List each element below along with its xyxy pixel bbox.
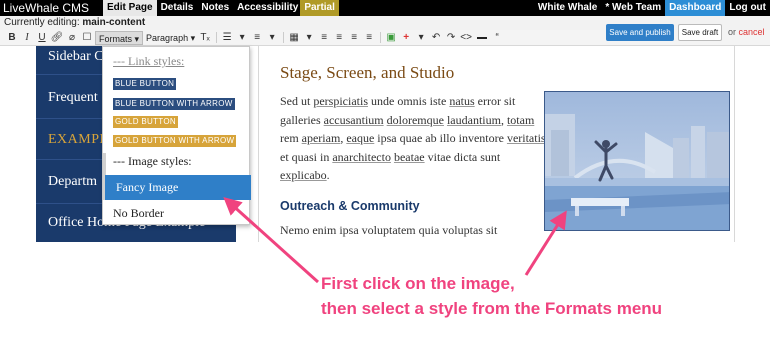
cancel-link[interactable]: cancel [739, 27, 765, 37]
redo-icon[interactable]: ↷ [444, 31, 458, 45]
code-icon[interactable]: <> [459, 31, 473, 45]
underlined-word: accusantium [323, 112, 384, 127]
underlined-word: perspiciatis [313, 94, 368, 108]
menu-item-fancy-image[interactable]: Fancy Image [105, 175, 251, 200]
chevron-down-icon[interactable]: ▾ [302, 31, 316, 45]
toolbar-divider [283, 32, 285, 43]
italic-button[interactable]: I [20, 31, 34, 45]
logout-link[interactable]: Log out [725, 0, 770, 16]
column-divider [734, 46, 735, 242]
unlink-icon[interactable]: ⌀ [65, 31, 79, 45]
callout-line-1: First click on the image, [321, 274, 515, 293]
section-heading: Outreach & Community [280, 198, 420, 213]
underlined-word: veritatis [506, 131, 546, 145]
underlined-word: eaque [346, 131, 375, 145]
insert-plus-icon[interactable]: + [399, 31, 413, 45]
tab-edit-page[interactable]: Edit Page [103, 0, 157, 16]
menu-image-styles-header: --- Image styles: [113, 154, 192, 168]
text-run: unde omnis iste [368, 94, 450, 108]
toolbar-divider [216, 32, 218, 43]
underlined-word: aperiam [301, 131, 341, 145]
text-run: Sed ut [280, 94, 314, 108]
bold-button[interactable]: B [5, 31, 19, 45]
text-run: et quasi in [280, 149, 333, 164]
table-icon[interactable]: ▦ [287, 31, 301, 45]
main-content[interactable]: Stage, Screen, and Studio Sed ut perspic… [280, 62, 546, 239]
numbered-list-icon[interactable]: ≡ [250, 31, 264, 45]
underlined-word: natus [449, 94, 475, 108]
bullet-list-icon[interactable]: ☰ [220, 31, 234, 45]
content-image[interactable] [544, 91, 730, 231]
underlined-word: laudantium [446, 112, 501, 127]
toolbar-divider [380, 32, 382, 43]
instruction-callout: First click on the image, then select a … [321, 271, 662, 321]
align-center-icon[interactable]: ≡ [332, 31, 346, 45]
accessibility-status-badge: Partial [300, 0, 339, 16]
menu-item-gold-button-arrow[interactable]: Gold Button with Arrow [113, 135, 237, 147]
blockquote-icon[interactable]: “ [490, 31, 504, 45]
text-run: . [326, 168, 330, 182]
align-right-icon[interactable]: ≡ [347, 31, 361, 45]
clear-format-icon[interactable]: Tₓ [198, 31, 212, 45]
save-draft-button[interactable]: Save draft [678, 24, 722, 41]
align-left-icon[interactable]: ≡ [317, 31, 331, 45]
formats-label: Formats [99, 33, 133, 44]
underlined-word: totam [506, 112, 535, 127]
photo-illustration [545, 92, 729, 230]
menu-item-gold-button[interactable]: Gold Button [113, 116, 178, 128]
callout-line-2: then select a style from the Formats men… [321, 299, 663, 318]
top-bar: LiveWhale CMS Edit Page Details Notes Ac… [0, 0, 770, 16]
group-link[interactable]: White Whale [534, 0, 601, 16]
paragraph-label: Paragraph [146, 32, 189, 43]
bookmark-icon[interactable]: ☐ [80, 31, 94, 45]
editing-region: main-content [82, 17, 146, 28]
link-icon[interactable]: 🔗︎ [50, 31, 64, 45]
body-paragraph: Sed ut perspiciatis unde omnis iste natu… [280, 92, 546, 185]
cms-brand[interactable]: LiveWhale CMS [3, 0, 89, 16]
top-right-nav: White Whale * Web Team Dashboard Log out [534, 0, 770, 16]
insert-image-icon[interactable]: ▣ [384, 31, 398, 45]
formats-dropdown[interactable]: Formats ▾ [95, 30, 144, 45]
underline-button[interactable]: U [35, 31, 49, 45]
menu-item-blue-button-arrow[interactable]: Blue Button with Arrow [113, 98, 235, 110]
underlined-word: explicabo [280, 168, 327, 182]
menu-link-styles-header: --- Link styles: [113, 54, 185, 68]
underlined-word: beatae [393, 149, 425, 164]
text-run: vitae dicta sunt [424, 149, 501, 164]
tab-notes[interactable]: Notes [197, 0, 233, 16]
text-run: rem [280, 131, 302, 145]
horizontal-rule-icon[interactable] [477, 36, 488, 39]
tab-details[interactable]: Details [157, 0, 198, 16]
undo-icon[interactable]: ↶ [429, 31, 443, 45]
column-divider [258, 46, 259, 242]
underlined-word: anarchitecto [332, 149, 391, 164]
menu-item-blue-button[interactable]: Blue Button [113, 78, 177, 90]
page-tabs: Edit Page Details Notes Accessibility Pa… [103, 0, 339, 16]
tab-accessibility[interactable]: Accessibility [233, 0, 302, 16]
cancel-group: or cancel [728, 24, 765, 41]
editing-prefix: Currently editing: [4, 17, 80, 28]
or-text: or [728, 27, 737, 37]
save-publish-button[interactable]: Save and publish [606, 24, 674, 41]
chevron-down-icon[interactable]: ▾ [414, 31, 428, 45]
menu-item-no-border[interactable]: No Border [113, 206, 164, 221]
paragraph-dropdown[interactable]: Paragraph ▾ [143, 31, 198, 45]
text-run: ipsa quae ab illo inventore [374, 131, 507, 145]
chevron-down-icon[interactable]: ▾ [235, 31, 249, 45]
dashboard-button[interactable]: Dashboard [665, 0, 726, 16]
align-justify-icon[interactable]: ≡ [362, 31, 376, 45]
chevron-down-icon[interactable]: ▾ [265, 31, 279, 45]
body-paragraph: Nemo enim ipsa voluptatem quia voluptas … [280, 222, 498, 237]
underlined-word: doloremque [386, 112, 444, 127]
team-link[interactable]: * Web Team [601, 0, 665, 16]
page-heading: Stage, Screen, and Studio [280, 63, 455, 82]
formats-menu: --- Link styles: Blue Button Blue Button… [102, 46, 251, 225]
